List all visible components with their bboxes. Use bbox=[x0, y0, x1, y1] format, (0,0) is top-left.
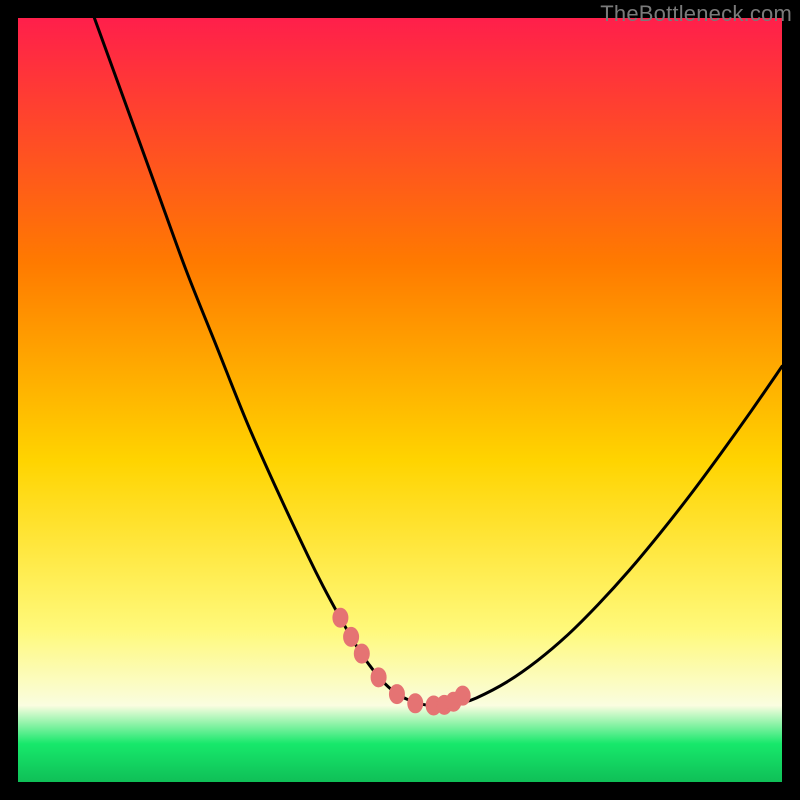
highlight-marker bbox=[333, 608, 348, 627]
highlight-marker bbox=[389, 685, 404, 704]
bottleneck-chart bbox=[18, 18, 782, 782]
highlight-marker bbox=[371, 668, 386, 687]
highlight-marker bbox=[455, 686, 470, 705]
highlight-marker bbox=[354, 644, 369, 663]
highlight-marker bbox=[408, 694, 423, 713]
gradient-background bbox=[18, 18, 782, 782]
highlight-marker bbox=[344, 627, 359, 646]
chart-frame bbox=[18, 18, 782, 782]
